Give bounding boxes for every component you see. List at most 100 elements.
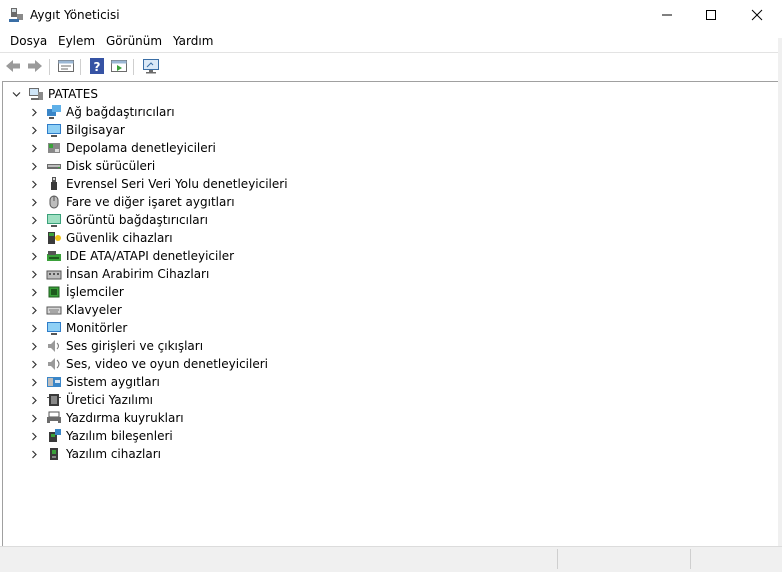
device-manager-icon	[9, 8, 23, 22]
tree-item-label: Bilgisayar	[66, 123, 125, 137]
forward-button[interactable]	[26, 57, 44, 75]
expand-chevron-icon[interactable]	[26, 284, 42, 300]
usb-icon	[51, 177, 57, 190]
computer-root-icon	[29, 88, 43, 100]
tree-item[interactable]: Depolama denetleyicileri	[26, 139, 216, 157]
hid-icon	[46, 270, 62, 280]
network-adapter-icon	[47, 105, 61, 119]
expanded-chevron-icon[interactable]	[8, 86, 24, 102]
scan-hardware-button[interactable]	[142, 57, 160, 75]
tree-item[interactable]: Bilgisayar	[26, 121, 125, 139]
menu-yardim[interactable]: Yardım	[173, 34, 213, 48]
expand-chevron-icon[interactable]	[26, 428, 42, 444]
firmware-icon	[47, 394, 61, 406]
status-bar	[0, 546, 782, 572]
expand-chevron-icon[interactable]	[26, 140, 42, 156]
expand-chevron-icon[interactable]	[26, 356, 42, 372]
driver-view-button[interactable]	[110, 57, 128, 75]
tree-item-label: Fare ve diğer işaret aygıtları	[66, 195, 235, 209]
toolbar-separator	[80, 59, 81, 75]
expand-chevron-icon[interactable]	[26, 176, 42, 192]
expand-chevron-icon[interactable]	[26, 266, 42, 282]
tree-item-label: Görüntü bağdaştırıcıları	[66, 213, 208, 227]
tree-item[interactable]: Görüntü bağdaştırıcıları	[26, 211, 208, 229]
expand-chevron-icon[interactable]	[26, 338, 42, 354]
help-icon: ?	[90, 58, 104, 74]
tree-root-label: PATATES	[48, 87, 98, 101]
tree-item[interactable]: Üretici Yazılımı	[26, 391, 153, 409]
tree-item-label: Ağ bağdaştırıcıları	[66, 105, 175, 119]
print-queue-icon	[47, 411, 61, 424]
tree-item[interactable]: Yazılım bileşenleri	[26, 427, 173, 445]
tree-item[interactable]: İşlemciler	[26, 283, 124, 301]
menu-dosya[interactable]: Dosya	[10, 34, 47, 48]
maximize-icon	[706, 10, 716, 20]
tree-item-label: Ses, video ve oyun denetleyicileri	[66, 357, 269, 371]
tree-item[interactable]: Sistem aygıtları	[26, 373, 160, 391]
tree-item-label: İnsan Arabirim Cihazları	[66, 267, 210, 281]
menu-eylem[interactable]: Eylem	[58, 34, 95, 48]
tree-item[interactable]: Monitörler	[26, 319, 127, 337]
tree-item[interactable]: Yazdırma kuyrukları	[26, 409, 184, 427]
window-edge	[778, 38, 782, 553]
tree-item[interactable]: Disk sürücüleri	[26, 157, 155, 175]
expand-chevron-icon[interactable]	[26, 122, 42, 138]
tree-item[interactable]: Güvenlik cihazları	[26, 229, 173, 247]
device-tree: PATATES Ağ bağdaştırıcıları Bilgisayar Dep…	[2, 81, 778, 547]
expand-chevron-icon[interactable]	[26, 320, 42, 336]
monitor-icon	[47, 322, 61, 335]
tree-item-label: İşlemciler	[66, 285, 124, 299]
toolbar-separator	[49, 59, 50, 75]
expand-chevron-icon[interactable]	[26, 302, 42, 318]
tree-item[interactable]: Ses, video ve oyun denetleyicileri	[26, 355, 268, 373]
svg-text:?: ?	[94, 60, 101, 74]
maximize-button[interactable]	[688, 0, 734, 30]
tree-item[interactable]: Klavyeler	[26, 301, 122, 319]
minimize-button[interactable]	[644, 0, 690, 30]
status-divider	[690, 549, 691, 569]
tree-item-label: Üretici Yazılımı	[66, 393, 153, 407]
tree-item-label: Güvenlik cihazları	[66, 231, 173, 245]
expand-chevron-icon[interactable]	[26, 230, 42, 246]
menu-bar: Dosya Eylem Görünüm Yardım	[0, 31, 782, 52]
expand-chevron-icon[interactable]	[26, 248, 42, 264]
back-button[interactable]	[4, 57, 22, 75]
computer-icon	[47, 124, 61, 137]
tree-item-label: Klavyeler	[66, 303, 122, 317]
display-adapter-icon	[47, 214, 61, 227]
monitor-scan-icon	[143, 59, 159, 74]
properties-button[interactable]	[57, 57, 75, 75]
tree-item-label: Disk sürücüleri	[66, 159, 156, 173]
disk-drive-icon	[47, 164, 61, 169]
tree-item[interactable]: Evrensel Seri Veri Yolu denetleyicileri	[26, 175, 288, 193]
tree-item[interactable]: Fare ve diğer işaret aygıtları	[26, 193, 235, 211]
help-button[interactable]: ?	[88, 57, 106, 75]
tree-item[interactable]: IDE ATA/ATAPI denetleyiciler	[26, 247, 234, 265]
menu-gorunum[interactable]: Görünüm	[106, 34, 162, 48]
expand-chevron-icon[interactable]	[26, 158, 42, 174]
close-button[interactable]	[734, 0, 780, 30]
expand-chevron-icon[interactable]	[26, 194, 42, 210]
software-device-icon	[50, 448, 58, 460]
expand-chevron-icon[interactable]	[26, 212, 42, 228]
tree-item-label: Ses girişleri ve çıkışları	[66, 339, 204, 353]
ide-controller-icon	[47, 251, 61, 261]
tree-item[interactable]: Ses girişleri ve çıkışları	[26, 337, 203, 355]
tree-item[interactable]: Ağ bağdaştırıcıları	[26, 103, 175, 121]
tree-item-label: Depolama denetleyicileri	[66, 141, 216, 155]
audio-io-icon	[48, 340, 59, 352]
expand-chevron-icon[interactable]	[26, 104, 42, 120]
tree-item-label: Yazılım bileşenleri	[66, 429, 173, 443]
forward-icon	[28, 60, 42, 72]
expand-chevron-icon[interactable]	[26, 392, 42, 408]
tree-item[interactable]: Yazılım cihazları	[26, 445, 161, 463]
expand-chevron-icon[interactable]	[26, 410, 42, 426]
toolbar-separator	[133, 59, 134, 75]
tree-item[interactable]: İnsan Arabirim Cihazları	[26, 265, 209, 283]
storage-controller-icon	[48, 143, 60, 153]
tree-root[interactable]: PATATES	[8, 85, 98, 103]
expand-chevron-icon[interactable]	[26, 374, 42, 390]
expand-chevron-icon[interactable]	[26, 446, 42, 462]
mouse-icon	[49, 195, 59, 209]
driver-view-icon	[111, 60, 127, 72]
